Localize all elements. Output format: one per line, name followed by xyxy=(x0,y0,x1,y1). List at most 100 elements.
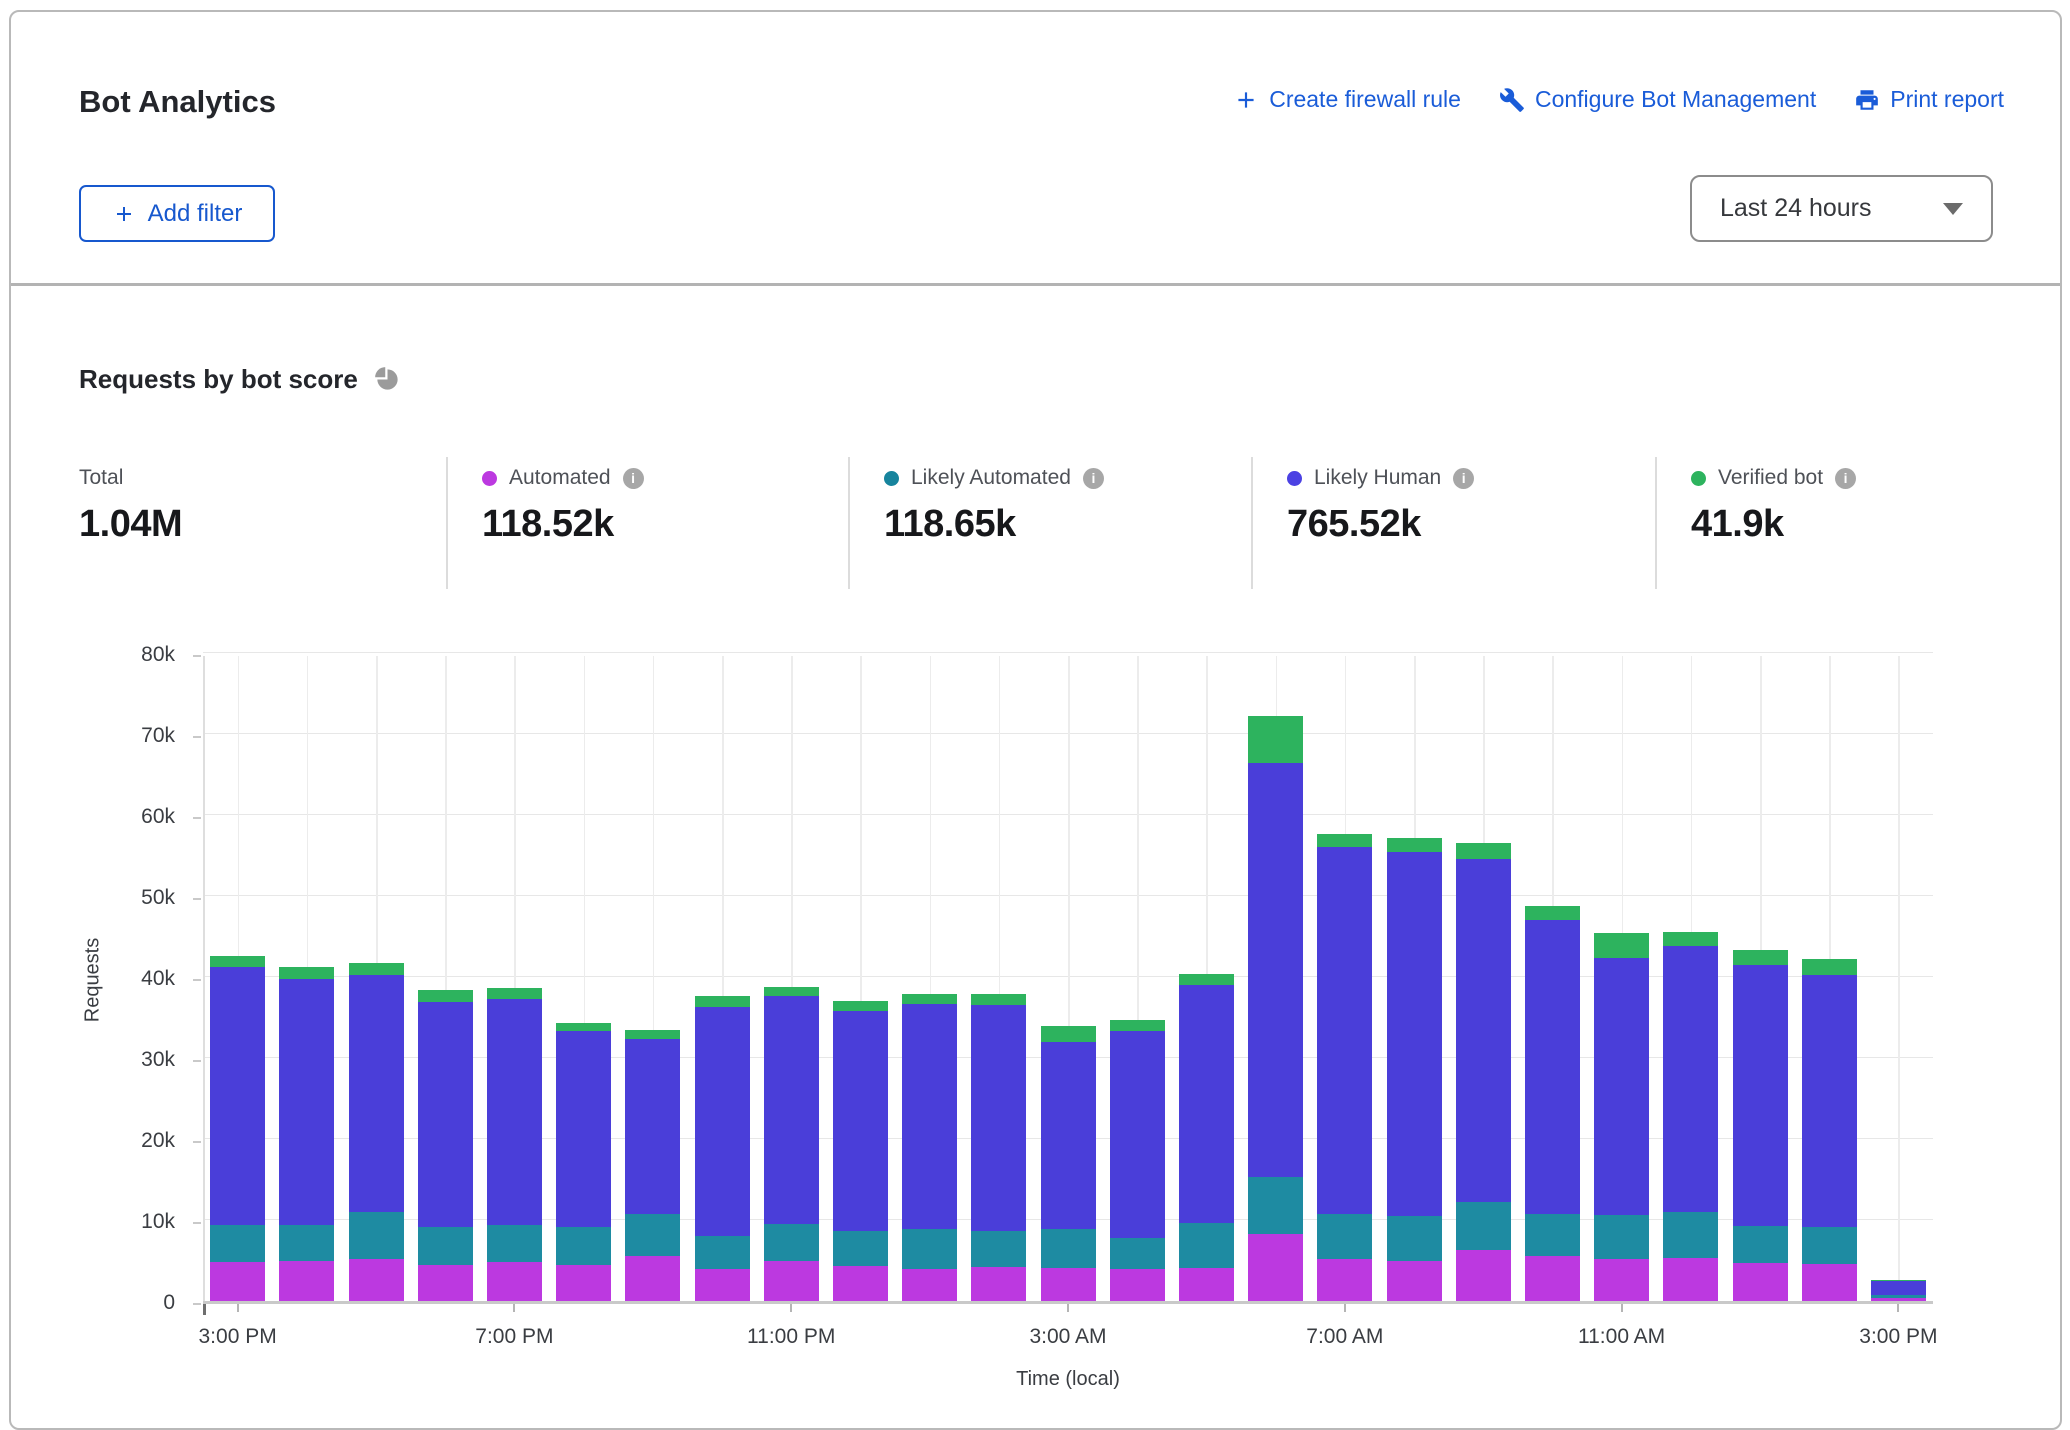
bar-segment-likely-human[interactable] xyxy=(902,1004,957,1229)
bar-segment-likely-automated[interactable] xyxy=(279,1225,334,1261)
bar-segment-likely-automated[interactable] xyxy=(1041,1229,1096,1268)
bar-segment-likely-human[interactable] xyxy=(971,1005,1026,1231)
bar-segment-likely-automated[interactable] xyxy=(1248,1177,1303,1234)
bar-segment-likely-automated[interactable] xyxy=(625,1214,680,1255)
bar-segment-automated[interactable] xyxy=(1110,1269,1165,1301)
bar-segment-likely-automated[interactable] xyxy=(1733,1226,1788,1263)
bar-segment-likely-human[interactable] xyxy=(1663,946,1718,1212)
bar-segment-likely-automated[interactable] xyxy=(1871,1295,1926,1298)
bar-segment-likely-automated[interactable] xyxy=(833,1231,888,1267)
bar-segment-verified-bot[interactable] xyxy=(1248,716,1303,763)
bar-segment-automated[interactable] xyxy=(695,1269,750,1301)
bar-segment-likely-human[interactable] xyxy=(625,1039,680,1215)
bar-segment-likely-human[interactable] xyxy=(556,1031,611,1227)
bar-segment-likely-human[interactable] xyxy=(1525,920,1580,1213)
bar-segment-likely-automated[interactable] xyxy=(1387,1216,1442,1261)
bar-segment-likely-automated[interactable] xyxy=(695,1236,750,1268)
bar-segment-likely-human[interactable] xyxy=(695,1007,750,1236)
bar-segment-likely-human[interactable] xyxy=(1041,1042,1096,1229)
bar-segment-automated[interactable] xyxy=(1456,1250,1511,1301)
bar-segment-verified-bot[interactable] xyxy=(764,987,819,996)
bar-segment-verified-bot[interactable] xyxy=(1456,843,1511,858)
bar-segment-automated[interactable] xyxy=(279,1261,334,1301)
bar-segment-likely-human[interactable] xyxy=(1110,1031,1165,1238)
bar-segment-verified-bot[interactable] xyxy=(210,956,265,967)
bar-segment-likely-human[interactable] xyxy=(1802,975,1857,1228)
bar-segment-automated[interactable] xyxy=(487,1262,542,1301)
bar-segment-verified-bot[interactable] xyxy=(1594,933,1649,957)
bar-segment-automated[interactable] xyxy=(1802,1264,1857,1301)
configure-bot-management-link[interactable]: Configure Bot Management xyxy=(1499,86,1816,113)
bar-segment-verified-bot[interactable] xyxy=(902,994,957,1004)
bar-segment-automated[interactable] xyxy=(1317,1259,1372,1301)
bar-segment-likely-automated[interactable] xyxy=(1317,1214,1372,1259)
info-icon[interactable]: i xyxy=(1083,468,1104,489)
bar-segment-verified-bot[interactable] xyxy=(1525,906,1580,921)
bar-segment-automated[interactable] xyxy=(1248,1234,1303,1301)
bar-segment-likely-human[interactable] xyxy=(1594,958,1649,1216)
bar-segment-verified-bot[interactable] xyxy=(971,994,1026,1005)
bar-segment-likely-automated[interactable] xyxy=(1525,1214,1580,1256)
info-icon[interactable]: i xyxy=(623,468,644,489)
bar-segment-likely-automated[interactable] xyxy=(764,1224,819,1260)
bar-segment-verified-bot[interactable] xyxy=(1387,838,1442,853)
bar-segment-verified-bot[interactable] xyxy=(349,963,404,975)
bar-segment-automated[interactable] xyxy=(1594,1259,1649,1301)
bar-segment-likely-human[interactable] xyxy=(1456,859,1511,1202)
bar-segment-verified-bot[interactable] xyxy=(1802,959,1857,974)
bar-segment-likely-automated[interactable] xyxy=(418,1227,473,1264)
bar-segment-verified-bot[interactable] xyxy=(1041,1026,1096,1042)
bar-segment-likely-human[interactable] xyxy=(1387,852,1442,1216)
bar-segment-likely-human[interactable] xyxy=(1248,763,1303,1177)
bar-segment-automated[interactable] xyxy=(902,1269,957,1301)
bar-segment-automated[interactable] xyxy=(556,1265,611,1301)
create-firewall-rule-link[interactable]: Create firewall rule xyxy=(1233,86,1461,113)
bar-segment-likely-automated[interactable] xyxy=(1456,1202,1511,1250)
bar-segment-likely-human[interactable] xyxy=(349,975,404,1212)
add-filter-button[interactable]: Add filter xyxy=(79,185,275,242)
info-icon[interactable]: i xyxy=(1835,468,1856,489)
bar-segment-likely-automated[interactable] xyxy=(1110,1238,1165,1269)
bar-segment-verified-bot[interactable] xyxy=(418,990,473,1002)
bar-segment-automated[interactable] xyxy=(971,1267,1026,1301)
bar-segment-likely-human[interactable] xyxy=(833,1011,888,1231)
bar-segment-verified-bot[interactable] xyxy=(279,967,334,978)
bar-segment-likely-automated[interactable] xyxy=(902,1229,957,1269)
bar-segment-likely-human[interactable] xyxy=(487,999,542,1225)
bar-segment-automated[interactable] xyxy=(1041,1268,1096,1301)
bar-segment-automated[interactable] xyxy=(1387,1261,1442,1302)
bar-segment-verified-bot[interactable] xyxy=(695,996,750,1007)
bar-segment-verified-bot[interactable] xyxy=(1663,932,1718,947)
bar-segment-automated[interactable] xyxy=(349,1259,404,1301)
bar-segment-verified-bot[interactable] xyxy=(1110,1020,1165,1031)
bar-segment-automated[interactable] xyxy=(1663,1258,1718,1301)
bar-segment-verified-bot[interactable] xyxy=(1317,834,1372,848)
bar-segment-likely-automated[interactable] xyxy=(971,1231,1026,1267)
bar-segment-automated[interactable] xyxy=(625,1256,680,1301)
print-report-link[interactable]: Print report xyxy=(1854,86,2004,113)
bar-segment-automated[interactable] xyxy=(1871,1298,1926,1301)
bar-segment-verified-bot[interactable] xyxy=(487,988,542,999)
bar-segment-likely-automated[interactable] xyxy=(556,1227,611,1264)
bar-segment-likely-human[interactable] xyxy=(764,996,819,1224)
bar-segment-automated[interactable] xyxy=(833,1266,888,1301)
bar-segment-likely-automated[interactable] xyxy=(1179,1223,1234,1268)
bar-segment-likely-automated[interactable] xyxy=(210,1225,265,1262)
bar-segment-verified-bot[interactable] xyxy=(1871,1280,1926,1281)
bar-segment-likely-automated[interactable] xyxy=(349,1212,404,1259)
bar-segment-likely-human[interactable] xyxy=(1179,985,1234,1223)
bar-segment-likely-human[interactable] xyxy=(210,967,265,1225)
bar-segment-likely-automated[interactable] xyxy=(1594,1215,1649,1259)
bar-segment-automated[interactable] xyxy=(1525,1256,1580,1301)
bar-segment-verified-bot[interactable] xyxy=(1733,950,1788,965)
info-icon[interactable]: i xyxy=(1453,468,1474,489)
bar-segment-verified-bot[interactable] xyxy=(625,1030,680,1039)
bar-segment-automated[interactable] xyxy=(210,1262,265,1301)
bar-segment-likely-human[interactable] xyxy=(1317,847,1372,1214)
bar-segment-verified-bot[interactable] xyxy=(556,1023,611,1031)
bar-segment-likely-human[interactable] xyxy=(1733,965,1788,1226)
bar-segment-automated[interactable] xyxy=(1733,1263,1788,1301)
bar-segment-verified-bot[interactable] xyxy=(833,1001,888,1011)
bar-segment-likely-human[interactable] xyxy=(279,979,334,1225)
bar-segment-automated[interactable] xyxy=(1179,1268,1234,1301)
